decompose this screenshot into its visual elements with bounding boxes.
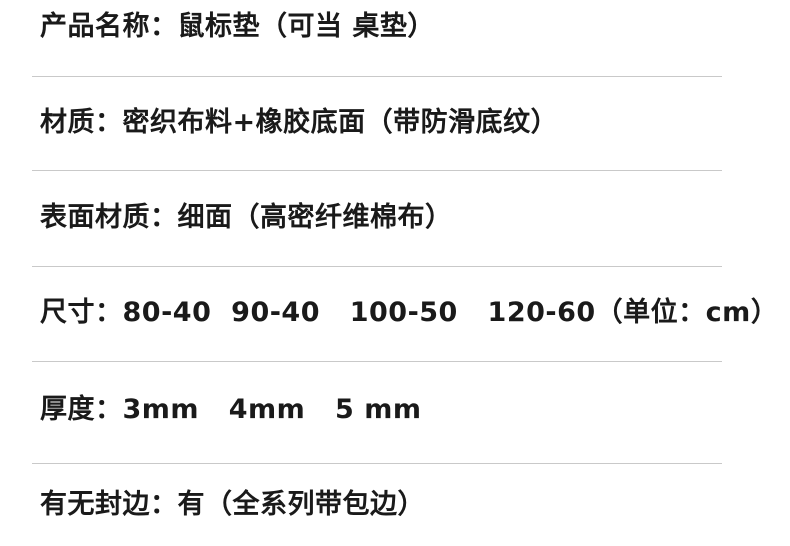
divider: [32, 463, 722, 464]
divider: [32, 76, 722, 77]
spec-size: 尺寸：80-40 90-40 100-50 120-60（单位：cm）: [40, 297, 779, 328]
spec-edge-binding: 有无封边：有（全系列带包边）: [40, 489, 425, 520]
spec-material: 材质：密织布料+橡胶底面（带防滑底纹）: [40, 107, 559, 138]
divider: [32, 361, 722, 362]
spec-thickness: 厚度：3mm 4mm 5 mm: [40, 394, 422, 425]
spec-surface-material: 表面材质：细面（高密纤维棉布）: [40, 202, 453, 233]
divider: [32, 170, 722, 171]
divider: [32, 266, 722, 267]
product-spec-list: 产品名称：鼠标垫（可当 桌垫） 材质：密织布料+橡胶底面（带防滑底纹） 表面材质…: [0, 0, 790, 546]
spec-product-name: 产品名称：鼠标垫（可当 桌垫）: [40, 11, 435, 42]
